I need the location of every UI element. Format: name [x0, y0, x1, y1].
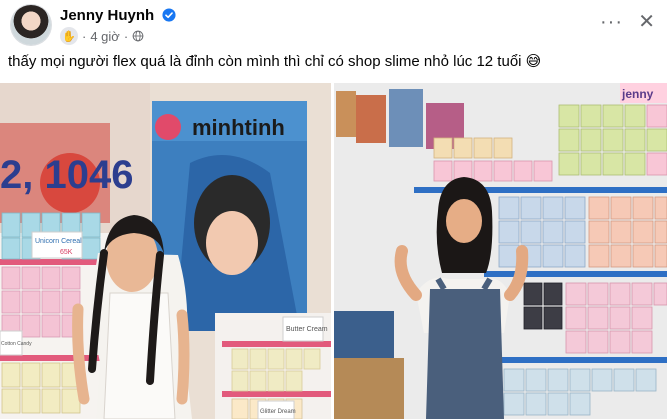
globe-icon[interactable] — [132, 30, 144, 42]
wall-text: 2, 1046 — [0, 153, 133, 197]
post-meta: ✋ · 4 giờ · — [60, 27, 144, 45]
audience-badge-icon: ✋ — [60, 27, 78, 45]
meta-separator: · — [82, 28, 87, 44]
meta-separator-2: · — [123, 28, 129, 44]
photo-left[interactable]: 2, 1046 minhtinh Butter Cream Glitter Dr… — [0, 83, 331, 419]
label-unicorn-cereal: Unicorn Cereal — [35, 238, 82, 245]
post-header: Jenny Huynh ✋ · 4 giờ · ··· ✕ — [8, 5, 659, 45]
photo-grid: 2, 1046 minhtinh Butter Cream Glitter Dr… — [0, 83, 667, 419]
author-name[interactable]: Jenny Huynh — [60, 7, 176, 24]
close-icon[interactable]: ✕ — [638, 9, 655, 34]
photo-right[interactable]: jenny — [334, 83, 667, 419]
post-caption: thấy mọi người flex quá là đỉnh còn mình… — [8, 53, 542, 70]
label-butter-cream: Butter Cream — [286, 326, 328, 333]
author-name-text[interactable]: Jenny Huynh — [60, 7, 154, 24]
more-horizontal-icon[interactable]: ··· — [600, 11, 623, 34]
store-sign: minhtinh — [192, 115, 285, 140]
verified-badge-icon — [162, 8, 176, 22]
photo-right-scene: jenny — [334, 83, 667, 419]
post-time[interactable]: 4 giờ — [90, 29, 120, 44]
label-cotton-candy: Cotton Candy — [1, 341, 32, 347]
avatar[interactable] — [11, 5, 51, 45]
price-unicorn-cereal: 65K — [60, 249, 73, 256]
shelf-sign: jenny — [621, 87, 654, 101]
photo-left-scene: 2, 1046 minhtinh Butter Cream Glitter Dr… — [0, 83, 331, 419]
label-glitter-dream: Glitter Dream — [260, 409, 296, 415]
